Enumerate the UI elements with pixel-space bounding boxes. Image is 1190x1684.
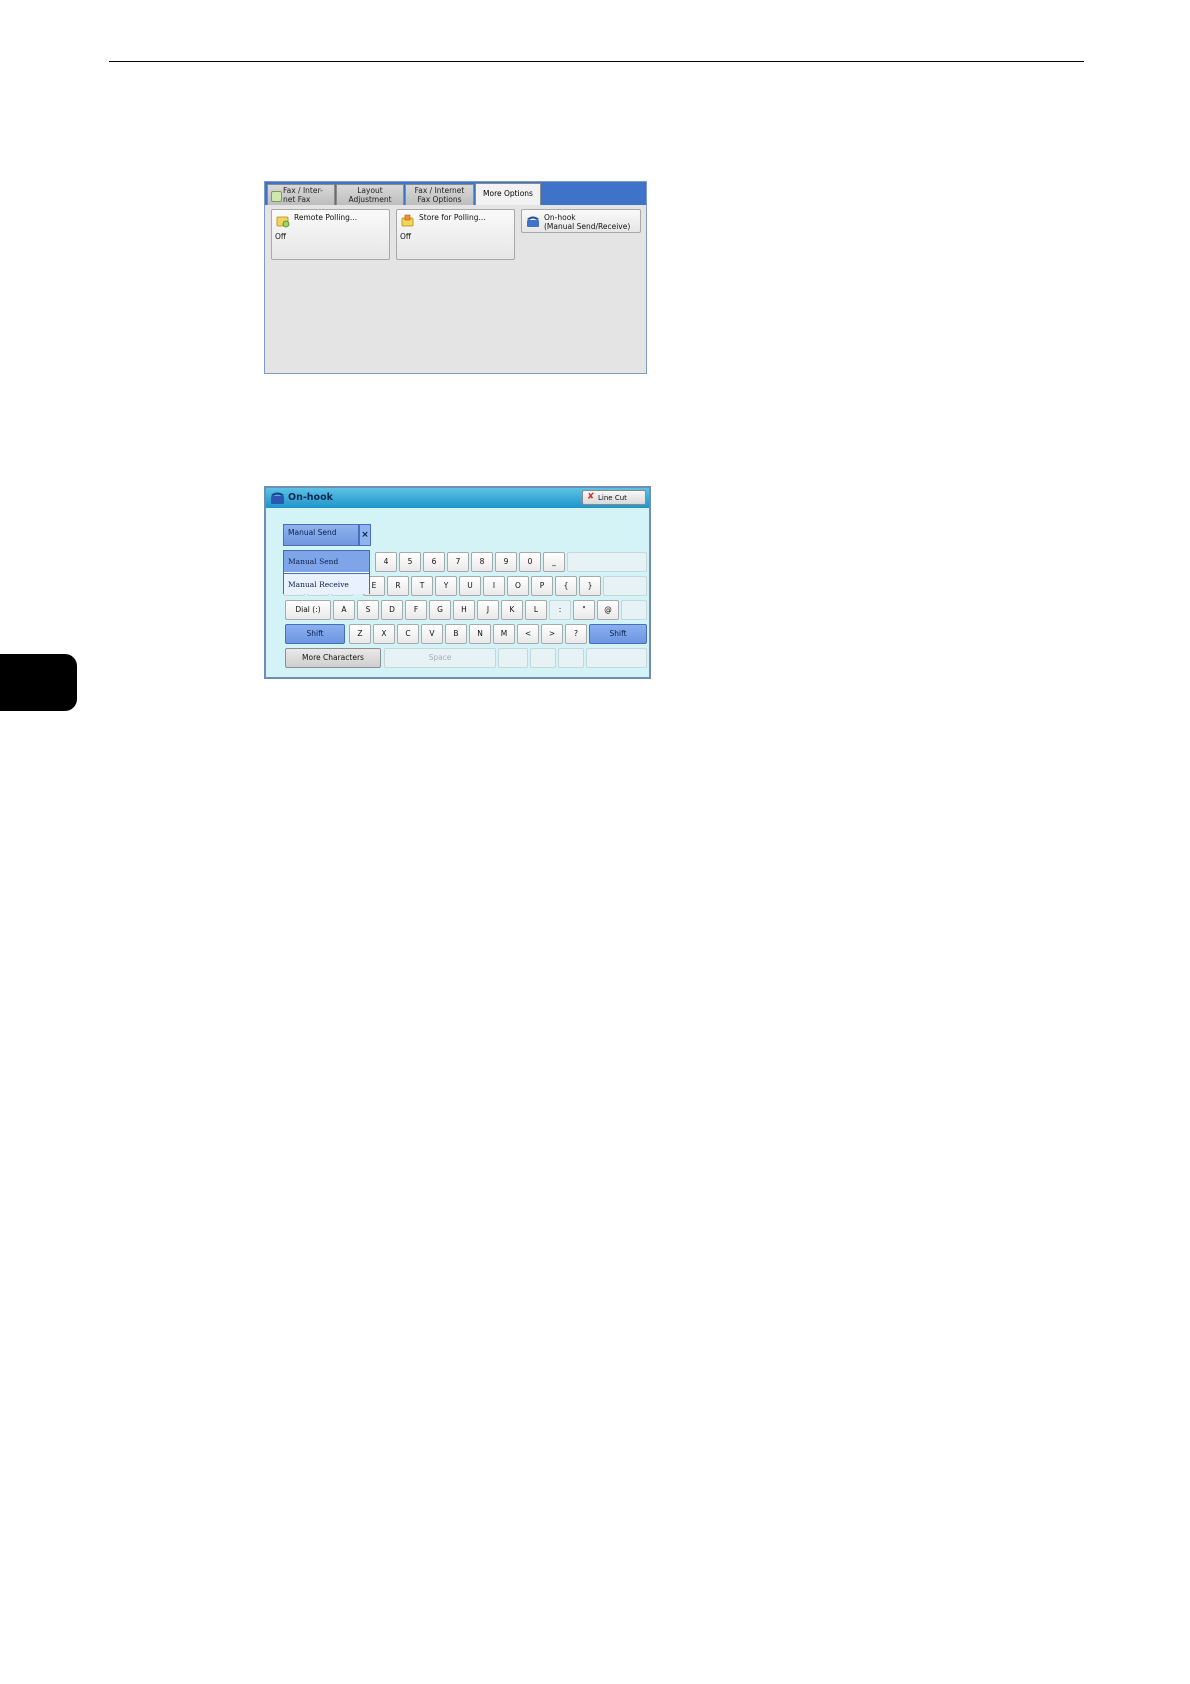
keyboard-key[interactable]: { xyxy=(555,576,577,596)
title-bar: On-hook ✘ Line Cut xyxy=(266,488,649,508)
keyboard-key[interactable]: B xyxy=(445,624,467,644)
keyboard-key[interactable]: @ xyxy=(597,600,619,620)
keyboard-key[interactable]: R xyxy=(387,576,409,596)
on-hook-screen: On-hook ✘ Line Cut Manual Send × Manual … xyxy=(264,486,651,679)
backspace-key[interactable] xyxy=(567,552,647,572)
keyboard-key[interactable] xyxy=(586,648,647,668)
tab-layout-adjustment[interactable]: Layout Adjustment xyxy=(336,184,404,205)
keyboard-key[interactable]: P xyxy=(531,576,553,596)
more-characters-button[interactable]: More Characters xyxy=(285,648,381,668)
keyboard-key[interactable]: L xyxy=(525,600,547,620)
keyboard-key[interactable]: " xyxy=(573,600,595,620)
mode-select[interactable]: Manual Send xyxy=(283,524,359,546)
keyboard-key[interactable]: ? xyxy=(565,624,587,644)
keyboard-key[interactable]: Y xyxy=(435,576,457,596)
keyboard-key[interactable] xyxy=(498,648,528,668)
option-manual-send[interactable]: Manual Send xyxy=(284,551,369,572)
keyboard-key[interactable]: T xyxy=(411,576,433,596)
keyboard-key[interactable]: 9 xyxy=(495,552,517,572)
keyboard-key[interactable]: K xyxy=(501,600,523,620)
keyboard-key[interactable]: } xyxy=(579,576,601,596)
line-cut-icon: ✘ xyxy=(587,492,595,502)
keyboard-key[interactable]: 8 xyxy=(471,552,493,572)
keyboard-key[interactable]: S xyxy=(357,600,379,620)
phone-icon xyxy=(271,492,284,504)
keyboard-key[interactable]: 7 xyxy=(447,552,469,572)
remote-polling-icon xyxy=(276,216,290,228)
left-arrow-key[interactable] xyxy=(530,648,556,668)
keyboard-key[interactable] xyxy=(603,576,647,596)
header-rule xyxy=(109,61,1084,62)
keyboard-key[interactable]: 4 xyxy=(375,552,397,572)
keyboard-key[interactable]: J xyxy=(477,600,499,620)
tab-fax-options[interactable]: Fax / Internet Fax Options xyxy=(405,184,474,205)
close-icon[interactable]: × xyxy=(359,524,371,546)
keyboard-key[interactable]: 0 xyxy=(519,552,541,572)
keyboard-key[interactable]: 6 xyxy=(423,552,445,572)
space-key[interactable]: Space xyxy=(384,648,496,668)
shift-right-button[interactable]: Shift xyxy=(589,624,647,644)
option-manual-receive[interactable]: Manual Receive xyxy=(284,573,369,594)
fax-more-options-screen: Fax / Inter- net Fax Layout Adjustment F… xyxy=(264,181,647,374)
chapter-tab xyxy=(0,654,77,711)
store-for-polling-button[interactable]: Store for Polling... Off xyxy=(396,209,515,260)
mode-dropdown: Manual Send Manual Receive xyxy=(283,550,370,594)
keyboard-key[interactable]: > xyxy=(541,624,563,644)
keyboard-key[interactable]: I xyxy=(483,576,505,596)
keyboard-key[interactable]: O xyxy=(507,576,529,596)
tab-more-options[interactable]: More Options xyxy=(475,183,541,205)
store-for-polling-icon xyxy=(401,214,414,227)
tab-bar: Fax / Inter- net Fax Layout Adjustment F… xyxy=(265,182,646,205)
fax-icon xyxy=(271,191,282,202)
dial-pause-key[interactable]: Dial (:) xyxy=(285,600,331,620)
remote-polling-button[interactable]: Remote Polling... Off xyxy=(271,209,390,260)
on-hook-button[interactable]: On-hook (Manual Send/Receive) xyxy=(521,209,641,233)
line-cut-button[interactable]: ✘ Line Cut xyxy=(582,490,646,505)
keyboard-key[interactable]: A xyxy=(333,600,355,620)
shift-left-button[interactable]: Shift xyxy=(285,624,345,644)
keyboard-key[interactable]: : xyxy=(549,600,571,620)
keyboard-key[interactable]: D xyxy=(381,600,403,620)
keyboard-key[interactable]: _ xyxy=(543,552,565,572)
keyboard-key[interactable]: C xyxy=(397,624,419,644)
keyboard-key[interactable]: H xyxy=(453,600,475,620)
keyboard-key[interactable]: < xyxy=(517,624,539,644)
keyboard-key[interactable]: X xyxy=(373,624,395,644)
keyboard-key[interactable]: G xyxy=(429,600,451,620)
page-title: On-hook xyxy=(288,492,333,503)
keyboard-key[interactable]: 5 xyxy=(399,552,421,572)
tab-fax-internet-fax[interactable]: Fax / Inter- net Fax xyxy=(267,184,335,205)
keyboard-key[interactable]: M xyxy=(493,624,515,644)
keyboard-key[interactable] xyxy=(621,600,647,620)
keyboard-key[interactable]: V xyxy=(421,624,443,644)
keyboard-key[interactable]: N xyxy=(469,624,491,644)
right-arrow-key[interactable] xyxy=(558,648,584,668)
keyboard-key[interactable]: U xyxy=(459,576,481,596)
keyboard-key[interactable]: Z xyxy=(349,624,371,644)
phone-icon xyxy=(527,216,539,227)
keyboard-key[interactable]: F xyxy=(405,600,427,620)
